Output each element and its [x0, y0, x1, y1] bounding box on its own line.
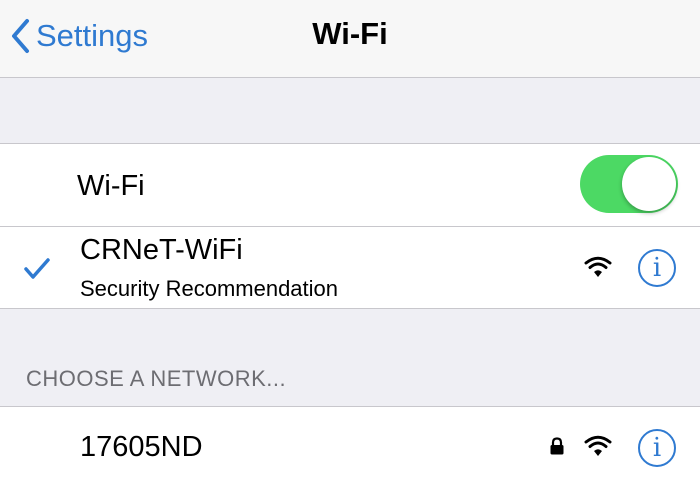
wifi-group: Wi-Fi CRNeT-WiFi Security Recommendation…: [0, 143, 700, 309]
navigation-bar: Settings Wi-Fi: [0, 0, 700, 78]
network-row[interactable]: 17605ND i: [0, 407, 700, 477]
connected-network-row[interactable]: CRNeT-WiFi Security Recommendation i: [0, 226, 700, 308]
toggle-knob: [622, 157, 676, 211]
connected-network-name: CRNeT-WiFi: [80, 234, 243, 266]
connected-network-subtitle: Security Recommendation: [80, 276, 339, 301]
wifi-toggle-row: Wi-Fi: [0, 144, 700, 226]
choose-network-header: CHOOSE A NETWORK...: [26, 366, 287, 391]
wifi-signal-icon: [584, 256, 612, 277]
wifi-signal-icon: [584, 435, 612, 456]
wifi-toggle-switch[interactable]: [580, 155, 678, 213]
available-networks-group: 17605ND i: [0, 406, 700, 477]
lock-icon: [550, 437, 564, 455]
info-button[interactable]: i: [638, 249, 676, 287]
wifi-toggle-label: Wi-Fi: [77, 170, 145, 202]
page-title: Wi-Fi: [312, 16, 388, 51]
checkmark-icon: [24, 258, 50, 279]
info-button[interactable]: i: [638, 429, 676, 467]
network-name: 17605ND: [80, 431, 203, 463]
